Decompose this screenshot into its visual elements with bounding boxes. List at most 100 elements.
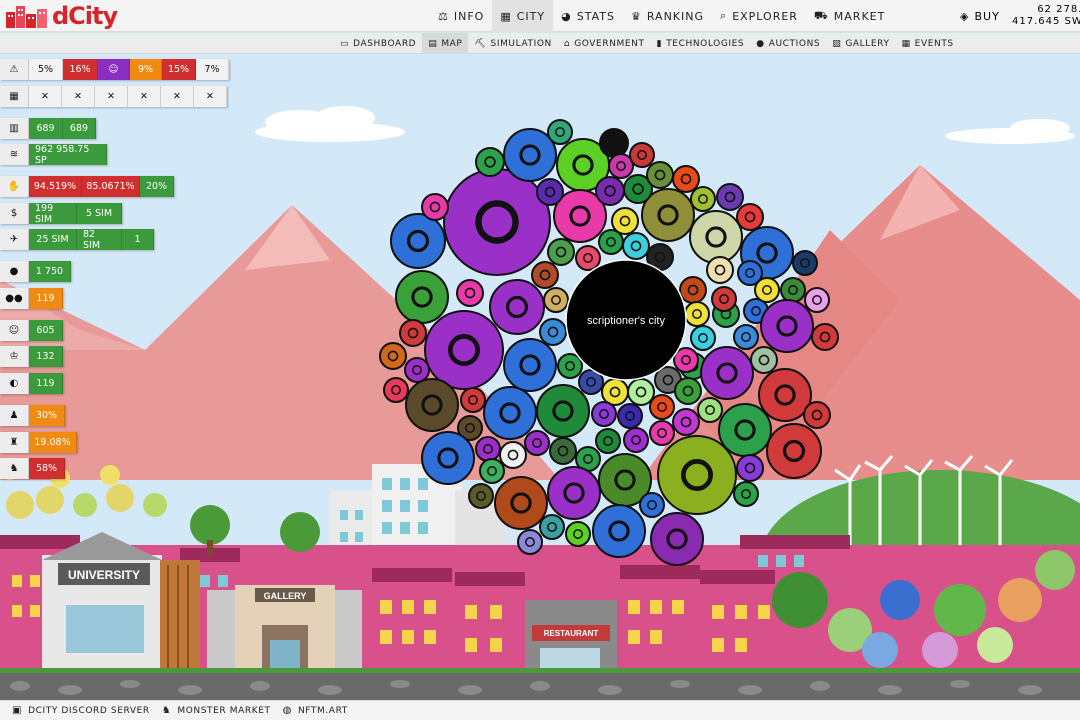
tab-technologies[interactable]: ▮ TECHNOLOGIES	[651, 33, 751, 54]
income-row: $ 199 SIM 5 SIM	[0, 203, 122, 225]
crime-row: ♟ 30%	[0, 405, 65, 426]
university-sign: UNIVERSITY	[68, 568, 140, 582]
buy-button[interactable]: ◈ BUY	[960, 0, 1000, 32]
comment-dollar-icon: ●	[756, 38, 765, 49]
rates-row: ✋ 94.519% 85.0671% 20%	[0, 176, 174, 197]
nav-ranking[interactable]: ♛ RANKING	[623, 0, 712, 32]
thief-icon: ♟	[0, 405, 29, 426]
main-nav: ⚖ INFO ▦ CITY ◕ STATS ♛ RANKING ⌕ EXPLORER ⛟ M…	[430, 0, 893, 32]
stat-cell: 25 SIM	[29, 229, 77, 250]
city-logo-icon	[6, 6, 47, 28]
event-slot[interactable]: ✕	[128, 86, 161, 107]
smile-icon: ☺	[98, 59, 130, 80]
logo[interactable]: dCity	[6, 2, 118, 30]
tab-government-label: GOVERNMENT	[574, 38, 645, 49]
stat-cell: 20%	[140, 176, 174, 197]
police-row: ♜ 19.08%	[0, 432, 77, 453]
tab-events[interactable]: ▦ EVENTS	[896, 33, 960, 54]
buildings-row: ▥ 689 689	[0, 118, 96, 139]
graduation-icon: ♔	[0, 346, 29, 367]
event-slot[interactable]: ✕	[161, 86, 194, 107]
nav-ranking-label: RANKING	[646, 9, 705, 23]
footer-monster-market-link[interactable]: ♞ MONSTER MARKET	[162, 705, 271, 716]
tab-simulation[interactable]: ⛏ SIMULATION	[468, 33, 557, 54]
nav-market[interactable]: ⛟ MARKET	[806, 0, 893, 32]
footer-discord-link[interactable]: ▣ DCITY DISCORD SERVER	[12, 705, 150, 716]
tab-map[interactable]: ▤ MAP	[422, 33, 469, 54]
tab-events-label: EVENTS	[914, 38, 954, 49]
nav-info[interactable]: ⚖ INFO	[430, 0, 492, 32]
nav-info-label: INFO	[453, 9, 485, 23]
building-icon: ▥	[0, 118, 29, 139]
stat-cell: 5%	[29, 59, 63, 80]
calendar-icon: ▦	[901, 38, 911, 49]
top-navbar: dCity ⚖ INFO ▦ CITY ◕ STATS ♛ RANKING ⌕ EXPLO…	[0, 0, 1080, 32]
users-row: ●● 119	[0, 288, 63, 309]
footer-nftm-link[interactable]: ◍ NFTM.ART	[283, 705, 348, 716]
stat-cell: 1 750	[29, 261, 71, 282]
nav-stats-label: STATS	[576, 9, 615, 23]
art-row: ◐ 119	[0, 373, 63, 394]
police-icon: ♜	[0, 432, 29, 453]
monster-icon: ♞	[161, 705, 172, 716]
event-slot[interactable]: ✕	[62, 86, 95, 107]
stat-cell: 5 SIM	[77, 203, 122, 224]
stat-cell: 689	[63, 118, 96, 139]
nav-stats[interactable]: ◕ STATS	[553, 0, 623, 32]
book-icon: ▤	[428, 38, 438, 49]
city-scene: UNIVERSITY GALLERY RESTAURANT	[0, 54, 1080, 700]
coins-row: ≋ 962 958.75 SP	[0, 144, 107, 166]
palette-icon: ◐	[0, 373, 29, 394]
stat-cell: 7%	[196, 59, 229, 80]
stat-cell: 962 958.75 SP	[29, 144, 107, 166]
stat-cell: 132	[29, 346, 63, 367]
nav-city-label: CITY	[516, 9, 546, 23]
smile-icon: ☺	[0, 320, 29, 341]
buy-label: BUY	[974, 9, 1000, 23]
tab-government[interactable]: ⌂ GOVERNMENT	[558, 33, 651, 54]
city-icon: ▦	[500, 9, 512, 23]
stat-cell: 689	[29, 118, 63, 139]
tab-gallery-label: GALLERY	[845, 38, 890, 49]
population-row: ● 1 750	[0, 261, 71, 282]
event-slot[interactable]: ✕	[29, 86, 62, 107]
flights-row: ✈ 25 SIM 82 SIM 1	[0, 229, 154, 251]
dollar-icon: $	[0, 203, 29, 224]
layers-icon: ◈	[960, 9, 970, 23]
logo-text: dCity	[52, 2, 118, 30]
oil-can-icon: ▮	[656, 38, 663, 49]
government-icon: ⌂	[563, 38, 571, 49]
nav-explorer-label: EXPLORER	[732, 9, 798, 23]
nav-explorer[interactable]: ⌕ EXPLORER	[712, 0, 806, 32]
images-icon: ▧	[832, 38, 842, 49]
dcity-app: dCity ⚖ INFO ▦ CITY ◕ STATS ♛ RANKING ⌕ EXPLO…	[0, 0, 1080, 720]
stat-cell: 58%	[29, 458, 65, 479]
pie-chart-icon: ◕	[561, 9, 572, 23]
sub-navbar: ▭ DASHBOARD ▤ MAP ⛏ SIMULATION ⌂ GOVERNMENT …	[0, 33, 1080, 54]
stat-cell: 85.0671%	[82, 176, 140, 197]
tab-auctions[interactable]: ● AUCTIONS	[750, 33, 826, 54]
trophy-icon: ♛	[630, 9, 642, 23]
monitor-icon: ▭	[340, 38, 350, 49]
education-row: ♔ 132	[0, 346, 63, 367]
nav-city[interactable]: ▦ CITY	[492, 0, 554, 32]
stat-cell: 605	[29, 320, 63, 341]
tab-simulation-label: SIMULATION	[490, 38, 552, 49]
footer: ▣ DCITY DISCORD SERVER ♞ MONSTER MARKET ◍ N…	[0, 700, 1080, 720]
tab-auctions-label: AUCTIONS	[768, 38, 821, 49]
tiger-icon: ♞	[0, 458, 29, 479]
stat-cell: 30%	[29, 405, 65, 426]
tab-gallery[interactable]: ▧ GALLERY	[826, 33, 895, 54]
happiness-row: ☺ 605	[0, 320, 63, 341]
tab-dashboard[interactable]: ▭ DASHBOARD	[334, 33, 422, 54]
worker-icon: ⛏	[474, 38, 487, 49]
stat-cell: 9%	[130, 59, 162, 80]
hand-coin-icon: ✋	[0, 176, 29, 197]
search-icon: ⌕	[720, 9, 728, 22]
event-slot[interactable]: ✕	[95, 86, 128, 107]
grass-strip	[0, 668, 1080, 673]
event-slot[interactable]: ✕	[194, 86, 227, 107]
stat-cell: 19.08%	[29, 432, 77, 453]
nav-market-label: MARKET	[833, 9, 886, 23]
gallery-building: GALLERY	[207, 585, 362, 675]
